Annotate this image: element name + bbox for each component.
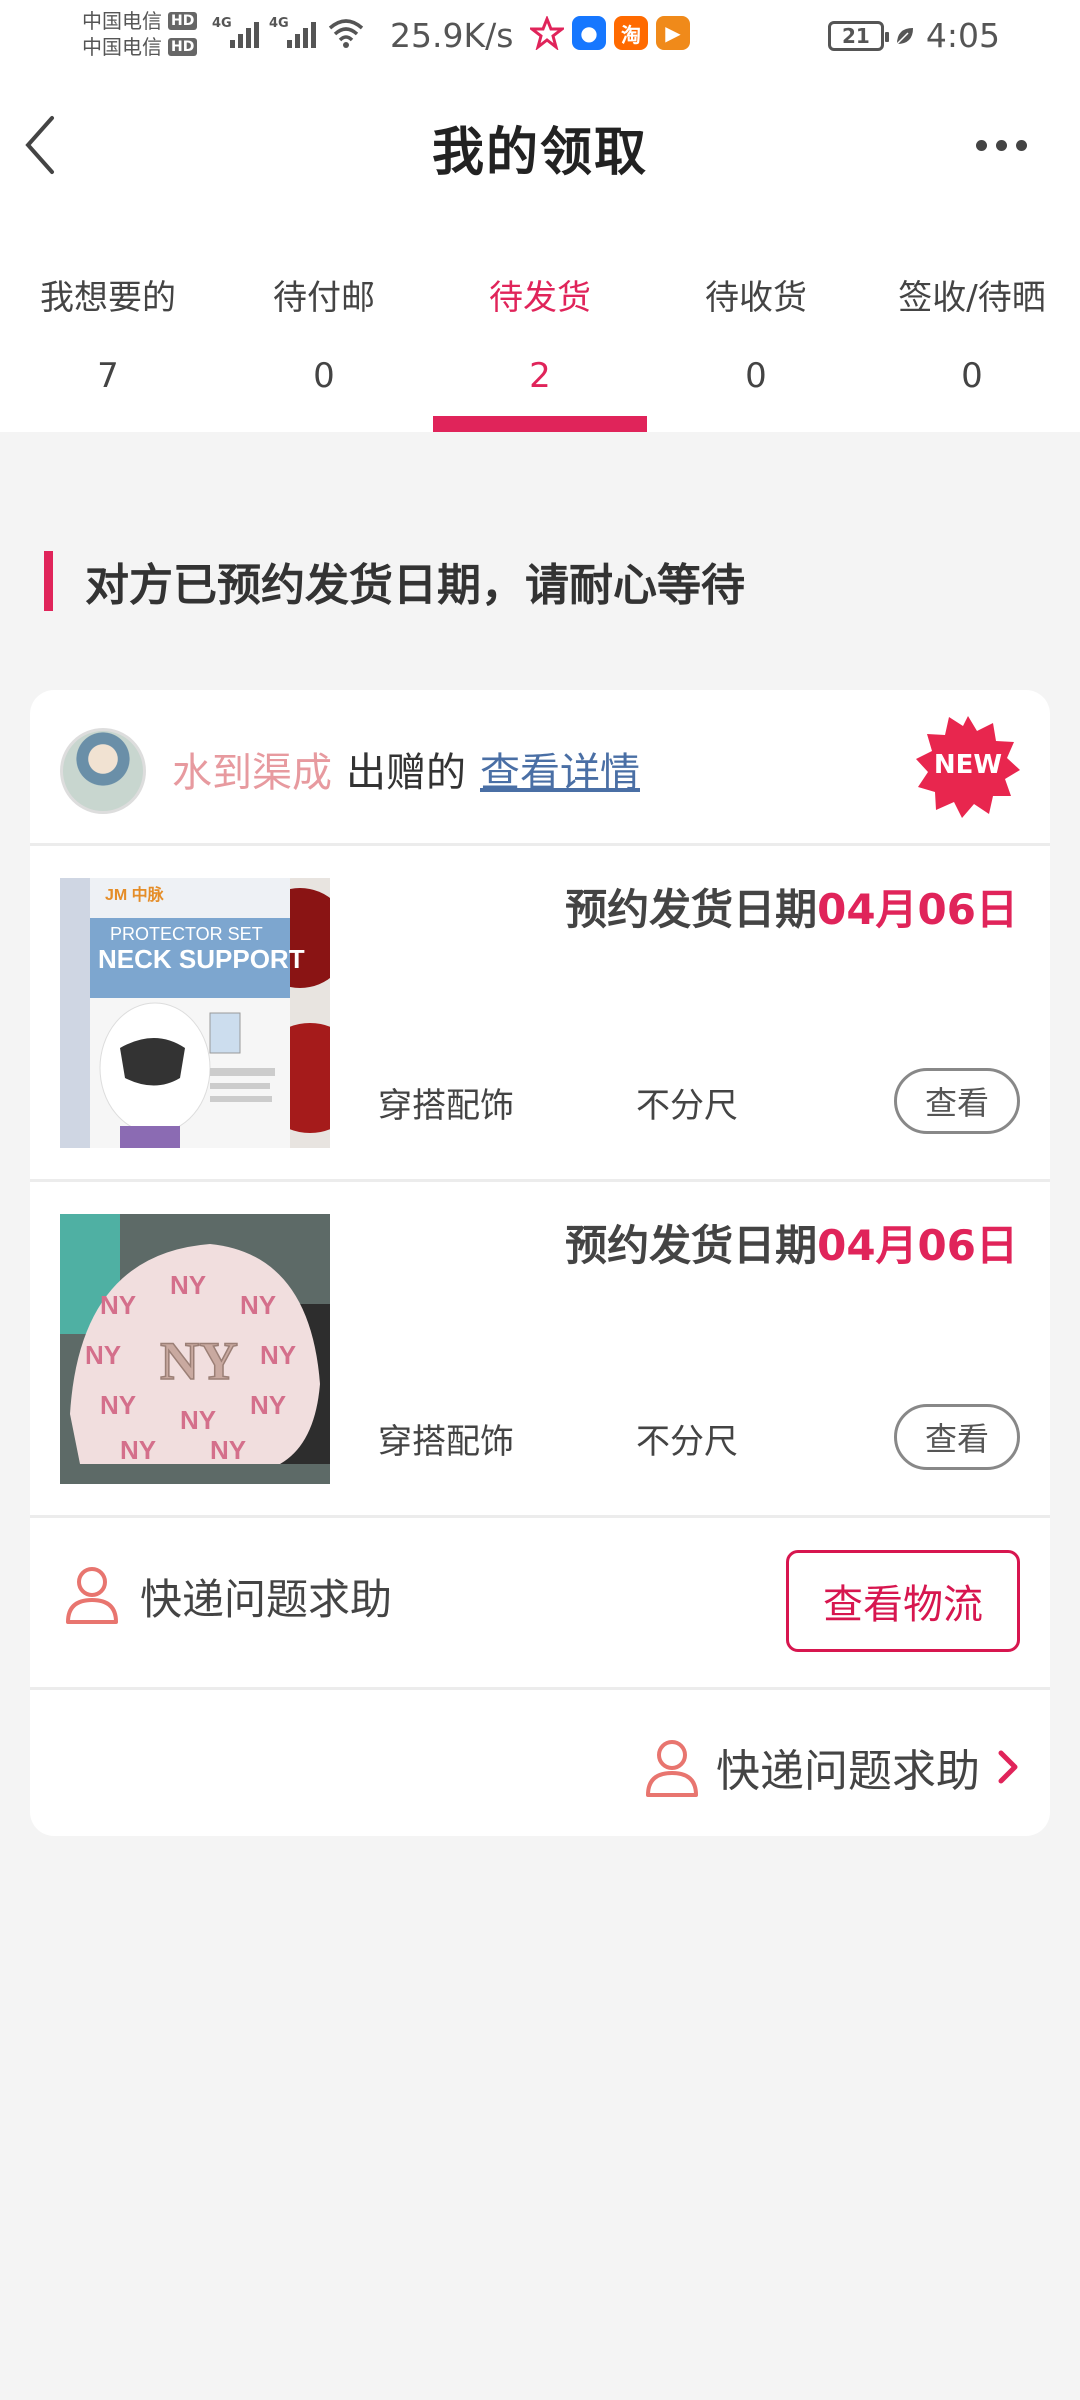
carrier-name: 中国电信 (82, 9, 162, 33)
accent-bar (44, 551, 53, 611)
battery-icon: 21 (827, 20, 889, 51)
app-header: 我的领取 (0, 72, 1080, 222)
gift-item[interactable]: JM 中脉 PROTECTOR SET NECK SUPPORT 预约发货日期0… (30, 846, 1050, 1182)
svg-text:NY: NY (260, 1340, 296, 1370)
ship-date-label: 预约发货日期 (565, 885, 818, 934)
tab-label: 待付邮 (273, 278, 375, 318)
hd-badge: HD (168, 38, 198, 56)
leaf-icon (896, 27, 913, 45)
battery-level: 21 (841, 23, 870, 48)
baseball-cap-image: NYNYNY NY NY NY NY NY NY NY NY (60, 1214, 330, 1484)
tab-count: 0 (745, 356, 767, 396)
ship-date-label: 预约发货日期 (565, 1221, 818, 1270)
tab-pending-postage[interactable]: 待付邮 0 (216, 222, 432, 432)
tab-count: 0 (313, 356, 335, 396)
hd-badge: HD (168, 12, 198, 30)
help-row: 快递问题求助 查看物流 (30, 1518, 1050, 1690)
giver-suffix: 出赠的 (346, 750, 466, 796)
clock: 4:05 (925, 16, 1000, 55)
neck-support-image: JM 中脉 PROTECTOR SET NECK SUPPORT (60, 878, 330, 1148)
new-badge-text: NEW (933, 750, 1003, 780)
product-line1: PROTECTOR SET (110, 924, 263, 944)
tab-pending-shipment[interactable]: 待发货 2 (432, 222, 648, 432)
wifi-icon (328, 19, 364, 48)
item-category: 穿搭配饰 (378, 1086, 514, 1126)
ship-date-line: 预约发货日期04月06日 (565, 1212, 1018, 1273)
svg-text:NY: NY (240, 1290, 276, 1320)
courier-help-label[interactable]: 快递问题求助 (140, 1566, 392, 1627)
svg-text:NY: NY (180, 1405, 216, 1435)
giver-name[interactable]: 水到渠成 (172, 740, 332, 798)
notice-text: 对方已预约发货日期，请耐心等待 (85, 560, 745, 611)
tab-label: 待收货 (705, 278, 807, 318)
avatar[interactable] (60, 728, 146, 814)
dot-icon (976, 139, 987, 151)
person-icon (646, 1740, 698, 1797)
view-item-button[interactable]: 查看 (894, 1404, 1020, 1470)
network-type-label: 4G (269, 16, 289, 31)
tab-count: 2 (529, 356, 551, 396)
dot-icon (996, 139, 1007, 151)
item-category: 穿搭配饰 (378, 1422, 514, 1462)
svg-text:NY: NY (85, 1340, 121, 1370)
view-details-link[interactable]: 查看详情 (480, 740, 640, 798)
svg-text:NY: NY (170, 1270, 206, 1300)
view-logistics-button[interactable]: 查看物流 (786, 1550, 1020, 1652)
tab-count: 0 (961, 356, 983, 396)
view-item-button[interactable]: 查看 (894, 1068, 1020, 1134)
brand-text: JM 中脉 (105, 885, 165, 904)
courier-help-label: 快递问题求助 (716, 1746, 980, 1797)
signal-icon: 4G (212, 16, 259, 48)
item-size: 不分尺 (636, 1086, 738, 1126)
gift-item[interactable]: NY NY NY NY NY NY NY NY NY NY NY 预约发货日期04月06日 … (30, 1182, 1050, 1518)
status-right: 21 4:05 (827, 16, 1000, 55)
tab-signed-review[interactable]: 签收/待晒 0 (864, 222, 1080, 432)
giver-row: 水到渠成 出赠的 查看详情 NEW (30, 690, 1050, 846)
page-title: 我的领取 (431, 123, 648, 183)
svg-text:NY: NY (210, 1435, 246, 1465)
item-size: 不分尺 (636, 1422, 738, 1462)
tab-label: 待发货 (489, 278, 591, 318)
active-tab-indicator (433, 416, 647, 432)
tab-pending-receipt[interactable]: 待收货 0 (648, 222, 864, 432)
ship-date-value: 04月06日 (817, 1221, 1018, 1270)
product-line2: NECK SUPPORT (98, 944, 305, 974)
dot-icon (1016, 139, 1027, 151)
giver-info: 水到渠成 出赠的 查看详情 (172, 740, 640, 798)
svg-text:NY: NY (120, 1435, 156, 1465)
status-bar: 中国电信 HD 中国电信 HD 4G 4G 25.9K/s ● 淘 ▶ 21 4… (0, 0, 1080, 72)
new-badge: NEW (916, 714, 1020, 818)
tencent-app-icon: ● (572, 16, 606, 50)
person-icon (66, 1567, 118, 1624)
carrier-info: 中国电信 HD 中国电信 HD (82, 8, 198, 60)
svg-text:NY: NY (100, 1390, 136, 1420)
notification-icons: ● 淘 ▶ (530, 16, 690, 50)
taobao-icon: 淘 (614, 16, 648, 50)
product-image-neck-support[interactable]: JM 中脉 PROTECTOR SET NECK SUPPORT (60, 878, 330, 1148)
tab-wanted[interactable]: 我想要的 7 (0, 222, 216, 432)
gift-card: 水到渠成 出赠的 查看详情 NEW JM 中脉 PROTECTOR SET NE… (30, 690, 1050, 1836)
tab-label: 我想要的 (40, 278, 176, 318)
star-icon (530, 16, 564, 50)
tab-count: 7 (97, 356, 119, 396)
signal-icon: 4G (269, 16, 316, 48)
product-image-cap[interactable]: NY NY NY NY NY NY NY NY NY NY NY (60, 1214, 330, 1484)
signal-indicators: 4G 4G (212, 16, 366, 48)
svg-text:NY: NY (250, 1390, 286, 1420)
network-type-label: 4G (212, 16, 232, 31)
cap-logo: NY (160, 1331, 238, 1391)
chevron-right-icon (998, 1750, 1018, 1784)
svg-text:NY: NY (100, 1290, 136, 1320)
ship-date-value: 04月06日 (817, 885, 1018, 934)
ship-date-line: 预约发货日期04月06日 (565, 876, 1018, 937)
video-app-icon: ▶ (656, 16, 690, 50)
net-speed: 25.9K/s (390, 16, 514, 55)
status-tabs: 我想要的 7 待付邮 0 待发货 2 待收货 0 签收/待晒 0 (0, 222, 1080, 432)
carrier-name: 中国电信 (82, 35, 162, 59)
tab-label: 签收/待晒 (898, 278, 1046, 318)
more-options-button[interactable] (976, 130, 1036, 160)
courier-help-link[interactable]: 快递问题求助 (644, 1735, 1020, 1799)
section-notice: 对方已预约发货日期，请耐心等待 (44, 550, 745, 612)
